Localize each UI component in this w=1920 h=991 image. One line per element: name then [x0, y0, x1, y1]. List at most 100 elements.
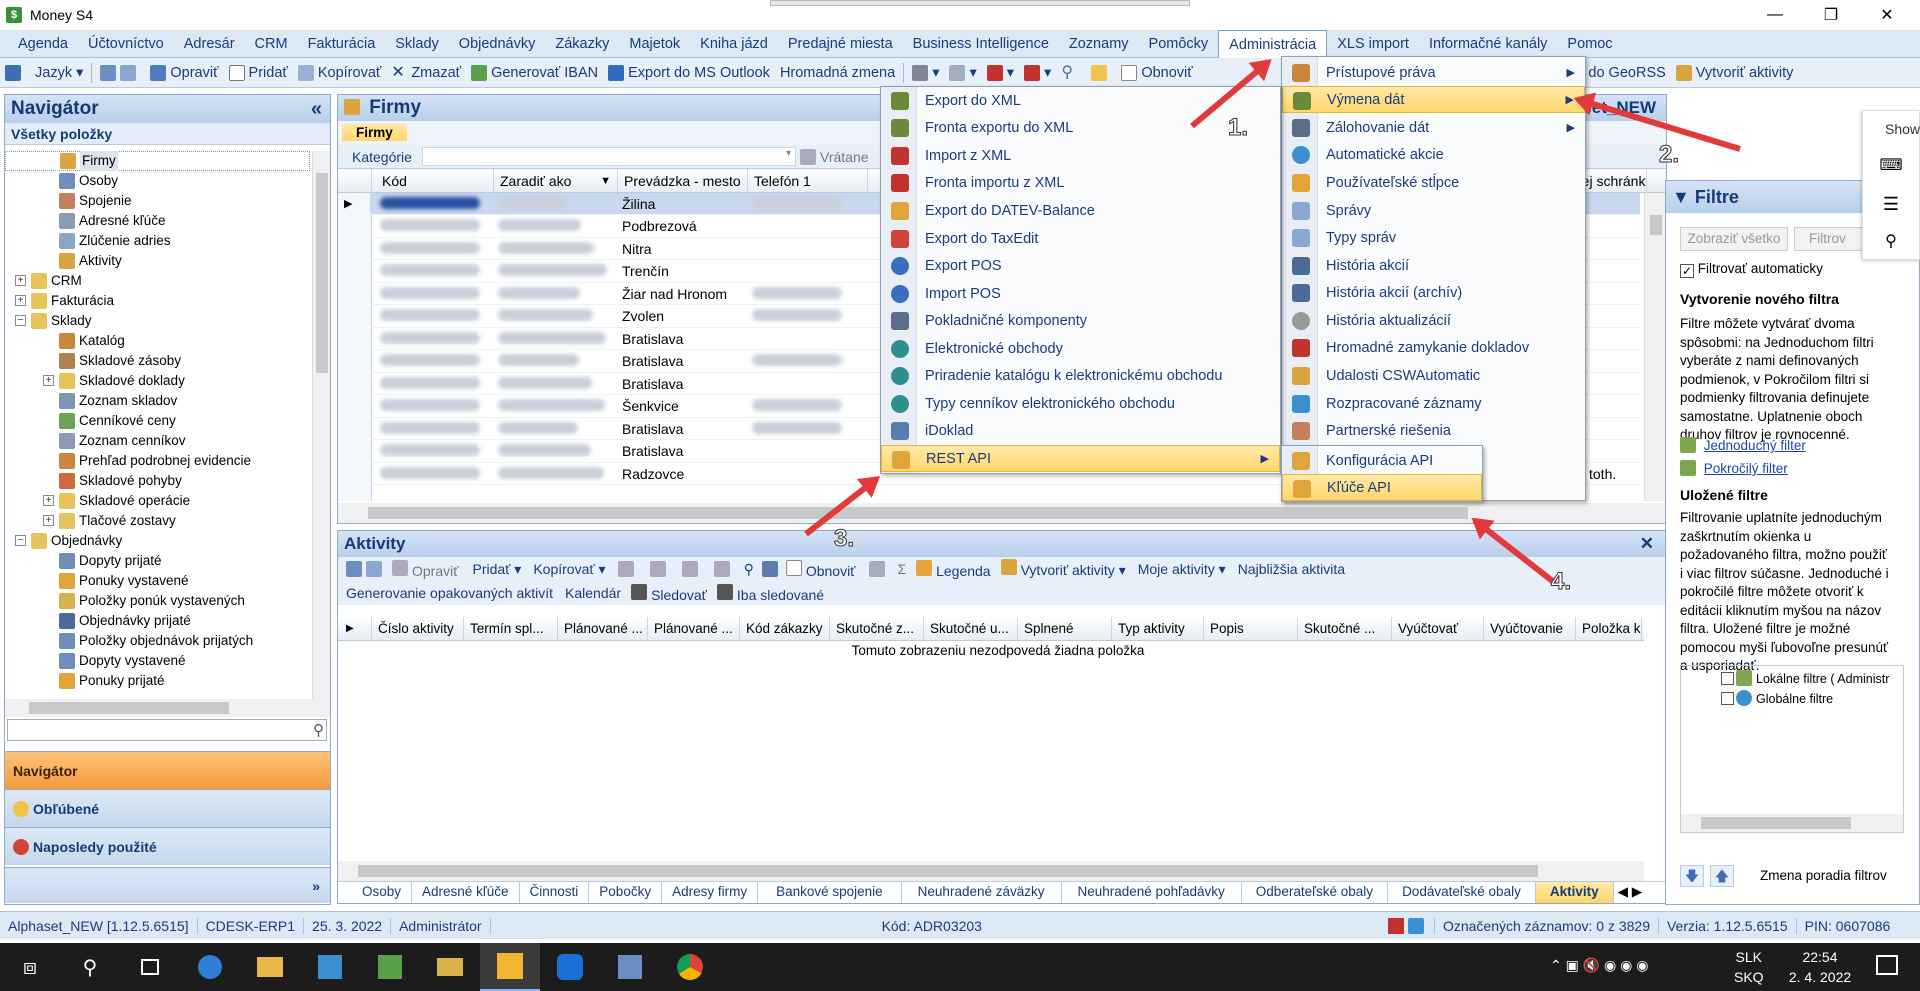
tab-neuhradene-zavazky[interactable]: Neuhradené záväzky: [902, 882, 1062, 903]
copy-button[interactable]: Kopírovať: [293, 64, 386, 81]
tree-item-zoznam-cennikov[interactable]: Zoznam cenníkov: [5, 431, 310, 451]
column-planovane-1[interactable]: Plánované ...: [558, 617, 648, 640]
column-skutocne-z[interactable]: Skutočné z...: [830, 617, 924, 640]
menu-item-kluce-api[interactable]: Kľúče API: [1282, 474, 1482, 501]
menu-item-pouzivatelske-stlpce[interactable]: Používateľské stĺpce: [1282, 169, 1585, 196]
layout-button[interactable]: [0, 64, 30, 81]
column-polozka[interactable]: Položka k: [1576, 617, 1642, 640]
tree-item-objednavky[interactable]: − Objednávky: [5, 531, 310, 551]
favorites-button[interactable]: Obľúbené: [5, 789, 330, 827]
move-up-icon[interactable]: 🡅: [1710, 865, 1734, 887]
tree-item-fakturacia[interactable]: + Fakturácia: [5, 291, 310, 311]
preview-icon[interactable]: [649, 561, 666, 577]
tab-osoby[interactable]: Osoby: [338, 882, 413, 903]
tree-item-polozky-objednavok[interactable]: Položky objednávok prijatých: [5, 631, 310, 651]
menu-item-import-xml[interactable]: Import z XML: [881, 142, 1280, 169]
menu-item-export-datev[interactable]: Export do DATEV-Balance: [881, 197, 1280, 224]
menu-item-vymena-dat[interactable]: Výmena dát ▶: [1282, 86, 1585, 113]
rss-icon[interactable]: [1407, 917, 1424, 934]
tab-odberatelske-obaly[interactable]: Odberateľské obaly: [1242, 882, 1389, 903]
tab-bankove-spojenie[interactable]: Bankové spojenie: [758, 882, 902, 903]
column-typ[interactable]: Typ aktivity: [1112, 617, 1204, 640]
tree-item-adresne-kluce[interactable]: Adresné kľúče: [5, 211, 310, 231]
tree-item-prehlad-evidencie[interactable]: Prehľad podrobnej evidencie: [5, 451, 310, 471]
tab-aktivity[interactable]: Aktivity: [1535, 882, 1614, 903]
tree-item-zlucenie-adries[interactable]: Zlúčenie adries: [5, 231, 310, 251]
menu-item-zalohovanie[interactable]: Zálohovanie dát ▶: [1282, 114, 1585, 141]
column-kod-zakazky[interactable]: Kód zákazky: [740, 617, 830, 640]
column-vyuctovanie[interactable]: Vyúčtovanie: [1484, 617, 1576, 640]
menu-majetok[interactable]: Majetok: [619, 30, 690, 58]
menu-zakazky[interactable]: Zákazky: [545, 30, 619, 58]
column-skutocne-u[interactable]: Skutočné u...: [924, 617, 1018, 640]
tab-neuhradene-pohladavky[interactable]: Neuhradené pohľadávky: [1062, 882, 1242, 903]
language-indicator[interactable]: SLK SKQ: [1734, 947, 1764, 987]
taskbar-explorer[interactable]: [240, 943, 300, 991]
show-all-button[interactable]: Zobraziť všetko: [1680, 227, 1788, 251]
column-vyuctovat[interactable]: Vyúčtovať: [1392, 617, 1484, 640]
maximize-button[interactable]: ❐: [1808, 0, 1854, 30]
calendar-button[interactable]: Kalendár: [565, 585, 621, 601]
navigator-scrollbar[interactable]: [312, 151, 330, 701]
tree-item-dopyty-prijate[interactable]: Dopyty prijaté: [5, 551, 310, 571]
auto-filter-checkbox[interactable]: ✓ Filtrovať automaticky: [1680, 261, 1823, 278]
menu-pomocky[interactable]: Pomôcky: [1139, 30, 1219, 58]
menu-administracia[interactable]: Administrácia: [1218, 29, 1328, 58]
expand-rows-icon[interactable]: ▶: [338, 617, 372, 640]
menu-adresar[interactable]: Adresár: [174, 30, 245, 58]
menu-item-import-pos[interactable]: Import POS: [881, 280, 1280, 307]
collapse-node-icon[interactable]: −: [15, 535, 26, 546]
menu-item-spravy[interactable]: Správy: [1282, 197, 1585, 224]
aktivity-add-button[interactable]: Pridať ▾: [472, 561, 521, 578]
taskbar-app-4[interactable]: [600, 943, 660, 991]
language-dropdown[interactable]: Jazyk ▾: [30, 65, 88, 81]
include-subcategories[interactable]: Vrátane: [800, 149, 869, 165]
column-skutocne[interactable]: Skutočné ...: [1298, 617, 1392, 640]
scrollbar-thumb[interactable]: [29, 702, 229, 714]
tree-item-ponuky-vystavene[interactable]: Ponuky vystavené: [5, 571, 310, 591]
taskbar-chrome[interactable]: [660, 943, 720, 991]
tab-pobocky[interactable]: Pobočky: [589, 882, 663, 903]
expand-icon[interactable]: +: [43, 515, 54, 526]
aktivity-create-button[interactable]: Vytvoriť aktivity ▾: [1000, 559, 1126, 579]
mail-icon[interactable]: [869, 561, 886, 577]
menu-informacne-kanaly[interactable]: Informačné kanály: [1419, 30, 1557, 58]
menu-item-historia-akcii[interactable]: História akcií: [1282, 252, 1585, 279]
aktivity-hscrollbar[interactable]: [338, 861, 1644, 881]
menu-icon[interactable]: ☰: [1863, 185, 1919, 223]
menu-item-rest-api[interactable]: REST API ▶: [881, 445, 1280, 472]
search-icon[interactable]: ⚲: [313, 721, 324, 739]
taskbar-teamviewer[interactable]: [540, 943, 600, 991]
legend-button[interactable]: Legenda: [916, 559, 991, 579]
tab-firmy[interactable]: Firmy: [342, 124, 407, 141]
export-outlook-button[interactable]: Export do MS Outlook: [603, 64, 775, 81]
taskbar-search[interactable]: ⚲: [60, 943, 120, 991]
collapse-node-icon[interactable]: −: [15, 315, 26, 326]
edit-button[interactable]: Opraviť: [145, 64, 223, 81]
more-buttons[interactable]: »: [5, 867, 330, 903]
menu-item-idoklad[interactable]: iDoklad: [881, 417, 1280, 444]
menu-kniha-jazd[interactable]: Kniha jázd: [690, 30, 778, 58]
taskbar-edge[interactable]: [180, 943, 240, 991]
move-down-icon[interactable]: 🡇: [1680, 865, 1704, 887]
show-label[interactable]: Show: [1863, 111, 1920, 147]
menu-item-historia-archiv[interactable]: História akcií (archív): [1282, 279, 1585, 306]
aktivity-copy-button[interactable]: Kopírovať ▾: [533, 561, 605, 578]
next-activity-button[interactable]: Najbližšia aktivita: [1238, 561, 1345, 577]
simple-filter-link[interactable]: Jednoduchý filter: [1680, 437, 1806, 453]
view-button[interactable]: [95, 64, 145, 81]
scrollbar-thumb[interactable]: [358, 865, 1538, 877]
column-cislo[interactable]: Číslo aktivity: [372, 617, 464, 640]
column-mesto[interactable]: Prevádzka - mesto: [618, 169, 748, 192]
bulk-change-button[interactable]: Hromadná zmena: [775, 65, 900, 81]
tree-item-zoznam-skladov[interactable]: Zoznam skladov: [5, 391, 310, 411]
tree-item-osoby[interactable]: Osoby: [5, 171, 310, 191]
tree-item-cennikove-ceny[interactable]: Cenníkové ceny: [5, 411, 310, 431]
menu-item-hromadne-zamykanie[interactable]: Hromadné zamykanie dokladov: [1282, 334, 1585, 361]
menu-item-elektronicke-obchody[interactable]: Elektronické obchody: [881, 335, 1280, 362]
search-icon[interactable]: ⚲: [744, 561, 754, 578]
menu-item-pokladnicne[interactable]: Pokladničné komponenty: [881, 307, 1280, 334]
collapse-icon[interactable]: «: [311, 95, 322, 123]
filter-icon[interactable]: [761, 561, 778, 577]
tree-item-sklady[interactable]: − Sklady: [5, 311, 310, 331]
